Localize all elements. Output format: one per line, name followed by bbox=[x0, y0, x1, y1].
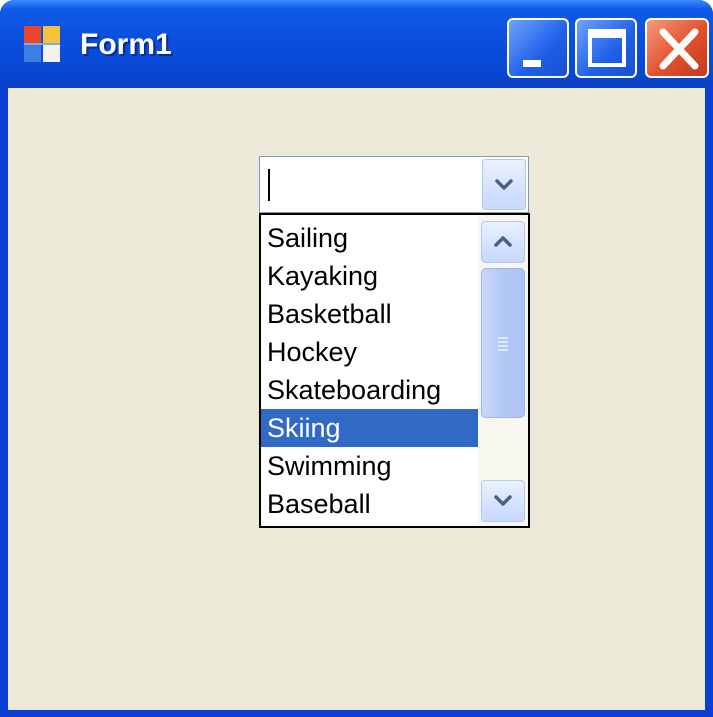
minimize-button[interactable] bbox=[507, 18, 569, 78]
list-item[interactable]: Basketball bbox=[261, 295, 479, 333]
maximize-icon bbox=[588, 29, 626, 67]
chevron-up-icon bbox=[494, 236, 512, 247]
chevron-down-icon bbox=[494, 495, 512, 506]
scroll-down-button[interactable] bbox=[481, 480, 525, 522]
maximize-button[interactable] bbox=[575, 18, 637, 78]
list-item[interactable]: Kayaking bbox=[261, 257, 479, 295]
list-item[interactable]: Baseball bbox=[261, 485, 479, 523]
close-button[interactable] bbox=[645, 18, 709, 78]
minimize-icon bbox=[523, 60, 541, 67]
combobox-input[interactable] bbox=[272, 165, 476, 205]
list-item-selected[interactable]: Skiing bbox=[261, 409, 479, 447]
windows-form-icon[interactable] bbox=[22, 24, 62, 64]
list-item[interactable]: Swimming bbox=[261, 447, 479, 485]
sports-combobox[interactable] bbox=[259, 156, 529, 213]
chevron-down-icon bbox=[495, 179, 513, 190]
scroll-thumb[interactable] bbox=[481, 268, 525, 418]
dropdown-list: Sailing Kayaking Basketball Hockey Skate… bbox=[259, 213, 530, 528]
list-item[interactable]: Sailing bbox=[261, 219, 479, 257]
vertical-scrollbar[interactable] bbox=[478, 215, 528, 526]
list-item[interactable]: Hockey bbox=[261, 333, 479, 371]
scroll-up-button[interactable] bbox=[481, 221, 525, 263]
close-icon bbox=[659, 28, 699, 70]
list-item[interactable]: Skateboarding bbox=[261, 371, 479, 409]
form-window: Form1 Sailing Kayaking Basketball Hockey… bbox=[0, 0, 713, 717]
window-title: Form1 bbox=[80, 28, 172, 61]
grip-lines-icon bbox=[498, 337, 508, 351]
title-bar[interactable]: Form1 bbox=[0, 0, 713, 88]
dropdown-button[interactable] bbox=[482, 159, 526, 210]
text-caret bbox=[268, 169, 270, 201]
dropdown-items: Sailing Kayaking Basketball Hockey Skate… bbox=[261, 219, 479, 523]
